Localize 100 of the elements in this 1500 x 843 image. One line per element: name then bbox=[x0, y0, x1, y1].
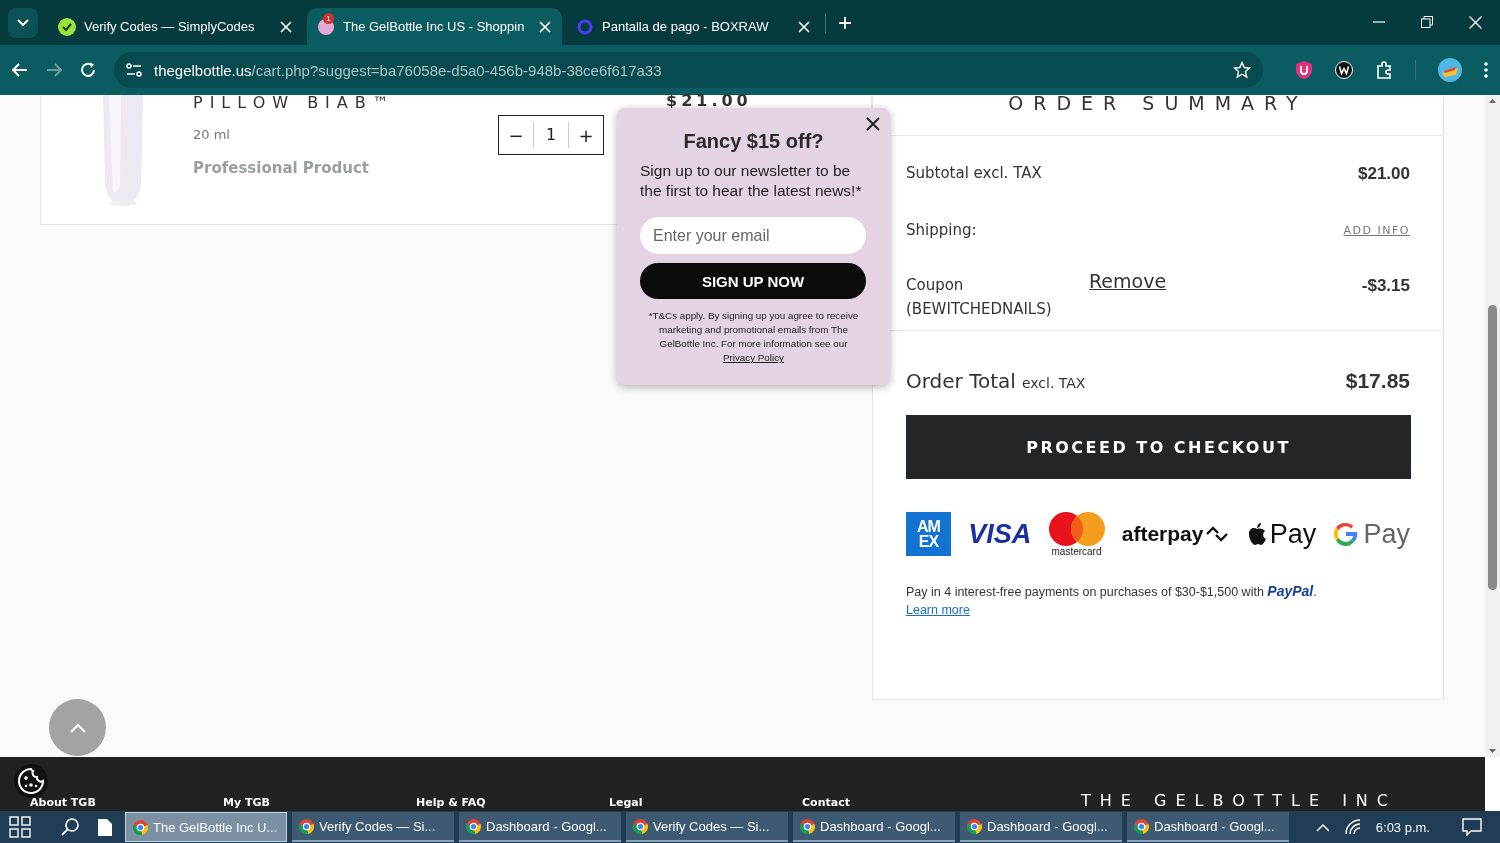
summary-label: Shipping: bbox=[906, 221, 978, 239]
total-note: excl. TAX bbox=[1021, 375, 1087, 391]
taskbar-item-title: Dashboard - Googl... bbox=[987, 818, 1108, 834]
cookie-settings-button[interactable] bbox=[14, 764, 48, 798]
discount-value: -$3.15 bbox=[1361, 276, 1410, 296]
privacy-policy-link[interactable]: Privacy Policy bbox=[723, 352, 784, 363]
product-price: $21.00 bbox=[666, 94, 752, 108]
browser-tab[interactable]: 1 The GelBottle Inc US - Shoppin bbox=[307, 8, 562, 45]
overlapping-circles-icon bbox=[1048, 511, 1105, 546]
cookie-icon bbox=[17, 767, 45, 795]
product-tag: Professional Product bbox=[193, 159, 493, 177]
notification-badge: 1 bbox=[323, 12, 334, 24]
taskbar-item-title: Dashboard - Googl... bbox=[1154, 818, 1275, 834]
visa-logo: VISA bbox=[968, 518, 1032, 550]
popup-title: Fancy $15 off? bbox=[682, 130, 825, 153]
browser-logo-icon bbox=[1134, 818, 1149, 834]
taskbar-item-title: Verify Codes — Si... bbox=[653, 818, 770, 834]
summary-value: $21.00 bbox=[1358, 164, 1410, 184]
coupon-label: Coupon bbox=[906, 276, 965, 294]
clock-text: 6:03 p.m. bbox=[1375, 819, 1430, 835]
tab-title: Verify Codes — SimplyCodes bbox=[84, 19, 256, 34]
taskbar-item-title: Dashboard - Googl... bbox=[820, 818, 941, 834]
sign-up-button[interactable]: SIGN UP NOW bbox=[640, 263, 866, 299]
w-circle-icon[interactable] bbox=[1335, 61, 1353, 79]
apple-pay-text: Pay bbox=[1269, 518, 1317, 550]
apple-icon bbox=[1246, 522, 1267, 546]
taskbar-item[interactable]: Dashboard - Googl... bbox=[1127, 812, 1289, 842]
taskbar-item[interactable]: Verify Codes — Si... bbox=[292, 812, 454, 842]
quantity-value: 1 bbox=[533, 122, 569, 148]
extensions-icon[interactable] bbox=[1375, 61, 1393, 79]
browser-logo-icon bbox=[133, 819, 148, 835]
checkmark-circle-icon bbox=[58, 17, 76, 36]
footer-heading: Help & FAQ bbox=[416, 796, 487, 809]
star-icon[interactable] bbox=[1233, 61, 1251, 79]
wifi-icon[interactable] bbox=[1343, 819, 1362, 835]
footer-heading: About TGB bbox=[30, 796, 97, 809]
url-text: thegelbottle.us/cart.php?suggest=ba76058e-d5a0-456b-948b-38ce6f617a33 bbox=[154, 61, 663, 79]
footer-heading: Legal bbox=[609, 796, 644, 809]
legal-text: *T&Cs apply. By signing up you agree to receive marketing and promotional emails from The GelBottle Inc. For more information see our Privacy Policy bbox=[647, 309, 860, 365]
chevron-down-icon bbox=[17, 18, 29, 27]
checkout-button[interactable]: PROCEED TO CHECKOUT bbox=[906, 415, 1411, 479]
google-pay-text: Pay bbox=[1363, 518, 1410, 550]
total-value: $17.85 bbox=[1345, 369, 1410, 393]
learn-more-link[interactable]: Learn more bbox=[906, 603, 970, 617]
taskbar-item[interactable]: Dashboard - Googl... bbox=[960, 812, 1122, 842]
product-size: 20 ml bbox=[193, 127, 231, 142]
plus-icon[interactable] bbox=[838, 15, 852, 30]
browser-logo-icon bbox=[466, 818, 481, 834]
profile-avatar-icon[interactable] bbox=[1438, 58, 1462, 82]
browser-logo-icon bbox=[967, 818, 982, 834]
coupon-code: (BEWITCHEDNAILS) bbox=[906, 300, 1053, 318]
email-field[interactable]: Enter your email bbox=[640, 217, 866, 254]
paypal-note: Pay in 4 interest-free payments on purchases of $30-$1,500 with PayPal. bbox=[906, 583, 1318, 599]
quantity-stepper[interactable]: − 1 + bbox=[498, 115, 604, 155]
ring-icon bbox=[576, 17, 594, 36]
add-info-link[interactable]: ADD INFO bbox=[1343, 224, 1410, 237]
more-menu-icon[interactable] bbox=[1484, 62, 1488, 78]
back-icon[interactable] bbox=[12, 63, 28, 77]
search-icon[interactable] bbox=[60, 817, 80, 837]
product-name: PILLOW BIAB™ bbox=[193, 93, 397, 112]
tab-list-button[interactable] bbox=[8, 7, 38, 38]
g-letter-icon bbox=[1333, 521, 1360, 547]
shield-icon[interactable] bbox=[1295, 60, 1313, 80]
windows-start-icon[interactable] bbox=[9, 816, 31, 838]
browser-logo-icon bbox=[800, 818, 815, 834]
loop-arrows-icon bbox=[1205, 526, 1230, 542]
footer-brand: THE GELBOTTLE INC bbox=[1081, 791, 1397, 811]
close-icon[interactable] bbox=[866, 117, 880, 131]
decrease-button[interactable]: − bbox=[499, 116, 533, 154]
address-bar[interactable]: thegelbottle.us/cart.php?suggest=ba76058e-d5a0-456b-948b-38ce6f617a33 bbox=[114, 52, 1263, 88]
taskbar-item[interactable]: Dashboard - Googl... bbox=[459, 812, 621, 842]
document-icon[interactable] bbox=[98, 818, 112, 836]
browser-logo-icon bbox=[299, 818, 314, 834]
increase-button[interactable]: + bbox=[569, 116, 603, 154]
taskbar-item-title: Verify Codes — Si... bbox=[319, 818, 436, 834]
taskbar-item-title: Dashboard - Googl... bbox=[486, 818, 607, 834]
notifications-icon[interactable] bbox=[1462, 818, 1482, 836]
tab-title: Pantalla de pago - BOXRAW bbox=[602, 19, 770, 34]
footer-heading: My TGB bbox=[223, 796, 271, 809]
forward-icon[interactable] bbox=[46, 63, 62, 77]
browser-tab[interactable]: Verify Codes — SimplyCodes bbox=[48, 8, 303, 45]
site-settings-icon[interactable] bbox=[126, 63, 142, 77]
total-label: Order Total bbox=[906, 369, 1016, 393]
chevron-up-icon bbox=[69, 722, 86, 733]
remove-link[interactable]: Remove bbox=[1089, 270, 1362, 292]
footer-heading: Contact bbox=[802, 796, 851, 809]
taskbar-item-title: The GelBottle Inc U... bbox=[153, 819, 278, 835]
popup-text: Sign up to our newsletter to be the first to hear the latest news!* bbox=[640, 161, 863, 201]
chevron-up-icon[interactable] bbox=[1315, 822, 1330, 832]
tab-title: The GelBottle Inc US - Shoppin bbox=[343, 19, 526, 34]
restore-icon[interactable] bbox=[1421, 16, 1433, 28]
mastercard-text: mastercard bbox=[1051, 545, 1102, 557]
reload-icon[interactable] bbox=[80, 62, 96, 78]
browser-logo-icon bbox=[633, 818, 648, 834]
afterpay-text: afterpay bbox=[1121, 522, 1204, 546]
summary-label: Subtotal excl. TAX bbox=[906, 164, 1043, 182]
taskbar-item[interactable]: Dashboard - Googl... bbox=[793, 812, 955, 842]
browser-tab[interactable]: Pantalla de pago - BOXRAW bbox=[566, 8, 821, 45]
taskbar-item[interactable]: Verify Codes — Si... bbox=[626, 812, 788, 842]
amex-logo: AM EX bbox=[906, 512, 951, 556]
